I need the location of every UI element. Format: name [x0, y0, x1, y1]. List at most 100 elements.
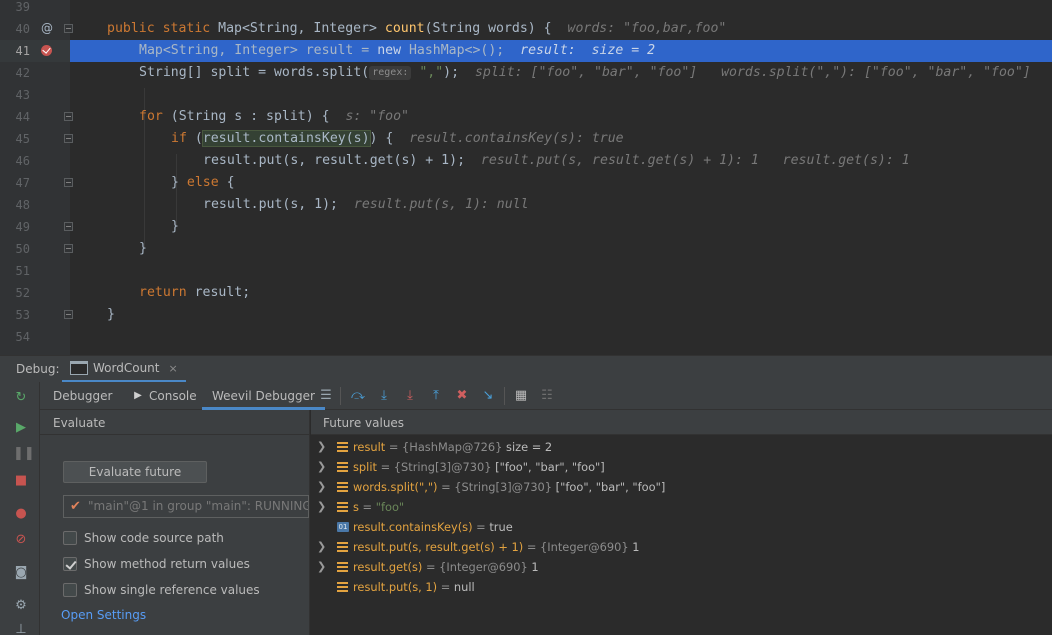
- editor-gutter[interactable]: 39 40 @41 42 43 44 45 46 47 48 49 50 51 52 53 54: [0, 0, 73, 355]
- force-step-into-icon[interactable]: ⤓: [402, 388, 418, 404]
- line-number: 43: [15, 88, 30, 102]
- evaluate-future-button[interactable]: Evaluate future: [63, 461, 207, 483]
- checkbox-checked[interactable]: [63, 557, 77, 571]
- future-value-row[interactable]: ❯ s = "foo": [311, 497, 1052, 517]
- gutter-line[interactable]: 45: [0, 128, 73, 150]
- step-over-icon[interactable]: ⤼: [350, 388, 366, 404]
- gear-icon[interactable]: ⚙: [13, 598, 29, 614]
- code-line-47[interactable]: } else {: [70, 172, 1052, 194]
- variable-type: =: [437, 580, 454, 594]
- session-tab-wordcount[interactable]: WordCount ×: [62, 356, 186, 383]
- option-show-code-source-path[interactable]: Show code source path: [63, 529, 224, 547]
- gutter-line[interactable]: 47: [0, 172, 73, 194]
- gutter-line[interactable]: 48: [0, 194, 70, 216]
- variable-value: "foo": [375, 500, 405, 514]
- checkbox[interactable]: [63, 531, 77, 545]
- thread-selector-value: "main"@1 in group "main": RUNNING: [88, 499, 309, 513]
- code-line-40[interactable]: public static Map<String, Integer> count…: [70, 18, 1052, 40]
- chevron-right-icon[interactable]: ❯: [317, 477, 326, 497]
- trace-icon[interactable]: ☷: [539, 388, 555, 404]
- code-line-41-current[interactable]: Map<String, Integer> result = new HashMa…: [70, 40, 1052, 62]
- variable-name: result.put(s, result.get(s) + 1): [353, 540, 524, 554]
- field-icon: [337, 582, 348, 592]
- mute-breakpoints-icon[interactable]: ⊘: [13, 532, 29, 548]
- open-settings-link[interactable]: Open Settings: [61, 608, 146, 622]
- code-line-49[interactable]: }: [70, 216, 1052, 238]
- code-line-48[interactable]: result.put(s, 1); result.put(s, 1): null: [70, 194, 1052, 216]
- stop-icon[interactable]: ■: [13, 473, 29, 489]
- gutter-line[interactable]: 42: [0, 62, 70, 84]
- resume-icon[interactable]: ▶: [13, 420, 29, 436]
- application-icon: [70, 361, 88, 375]
- gutter-line[interactable]: 51: [0, 260, 70, 282]
- tab-debugger[interactable]: Debugger: [53, 382, 112, 410]
- view-breakpoints-icon[interactable]: ●: [13, 506, 29, 522]
- tab-console[interactable]: Console: [149, 382, 197, 410]
- option-show-method-return-values[interactable]: Show method return values: [63, 555, 250, 573]
- future-value-content: result.put(s, result.get(s) + 1) = {Inte…: [353, 537, 640, 557]
- code-line-53[interactable]: }: [70, 304, 1052, 326]
- future-value-row[interactable]: ❯ result.get(s) = {Integer@690} 1: [311, 557, 1052, 577]
- variable-type: = {String[3]@730}: [376, 460, 492, 474]
- chevron-right-icon[interactable]: ❯: [317, 537, 326, 557]
- gutter-line[interactable]: 43: [0, 84, 70, 106]
- future-value-row[interactable]: result.put(s, 1) = null: [311, 577, 1052, 597]
- parameter-hint: regex:: [369, 66, 412, 80]
- step-out-icon[interactable]: ⤒: [428, 388, 444, 404]
- pin-icon[interactable]: ⊥: [13, 622, 29, 635]
- breakpoint-icon[interactable]: [41, 45, 52, 56]
- code-line-50[interactable]: }: [70, 238, 1052, 260]
- variable-name: words.split(","): [353, 480, 438, 494]
- gutter-line[interactable]: 44: [0, 106, 73, 128]
- chevron-right-icon[interactable]: ❯: [317, 497, 326, 517]
- drop-frame-icon[interactable]: ✖: [454, 388, 470, 404]
- method-name: count: [384, 21, 425, 36]
- future-value-row[interactable]: ❯ result.put(s, result.get(s) + 1) = {Int…: [311, 537, 1052, 557]
- variable-value: ["foo", "bar", "foo"]: [491, 460, 605, 474]
- gutter-line[interactable]: 40 @: [0, 18, 73, 40]
- chevron-right-icon[interactable]: ❯: [317, 457, 326, 477]
- gutter-line[interactable]: 50: [0, 238, 73, 260]
- line-number: 39: [15, 0, 30, 14]
- gutter-line[interactable]: 39: [0, 0, 70, 18]
- option-show-single-reference-values[interactable]: Show single reference values: [63, 581, 260, 599]
- future-value-content: result.put(s, 1) = null: [353, 577, 475, 597]
- close-icon[interactable]: ×: [168, 362, 177, 375]
- chevron-right-icon[interactable]: ❯: [317, 557, 326, 577]
- inline-debug-hint: result: size = 2: [520, 43, 656, 58]
- future-value-row[interactable]: ❯ split = {String[3]@730} ["foo", "bar", …: [311, 457, 1052, 477]
- code-line-52[interactable]: return result;: [70, 282, 1052, 304]
- gutter-line[interactable]: 46: [0, 150, 70, 172]
- run-to-cursor-icon[interactable]: ↘: [480, 388, 496, 404]
- checkbox[interactable]: [63, 583, 77, 597]
- chevron-right-icon[interactable]: ❯: [317, 437, 326, 457]
- step-into-icon[interactable]: ⤓: [376, 388, 392, 404]
- code-text: }: [139, 241, 147, 256]
- gutter-line[interactable]: 52: [0, 282, 70, 304]
- menu-icon[interactable]: ☰: [318, 388, 334, 404]
- gutter-line[interactable]: 53: [0, 304, 73, 326]
- tab-weevil-debugger[interactable]: Weevil Debugger: [202, 382, 325, 410]
- line-number: 40: [15, 22, 30, 36]
- thread-selector[interactable]: ✔ "main"@1 in group "main": RUNNING: [63, 495, 309, 518]
- gutter-line[interactable]: 54: [0, 326, 70, 348]
- code-line-44[interactable]: for (String s : split) { s: "foo": [70, 106, 1052, 128]
- rerun-icon[interactable]: ↻: [13, 390, 29, 406]
- code-area[interactable]: public static Map<String, Integer> count…: [70, 0, 1052, 355]
- code-line-45[interactable]: if (result.containsKey(s)) { result.cont…: [70, 128, 1052, 150]
- code-editor[interactable]: 39 40 @41 42 43 44 45 46 47 48 49 50 51 52 53 54 public…: [0, 0, 1052, 355]
- pause-icon[interactable]: ❚❚: [13, 446, 35, 462]
- evaluate-expression-icon[interactable]: ▦: [513, 388, 529, 404]
- code-line-46[interactable]: result.put(s, result.get(s) + 1); result…: [70, 150, 1052, 172]
- future-value-row[interactable]: ❯ result = {HashMap@726} size = 2: [311, 437, 1052, 457]
- code-line-42[interactable]: String[] split = words.split(regex: ",")…: [70, 62, 1052, 84]
- option-label: Show method return values: [84, 557, 250, 571]
- future-value-row[interactable]: ❯ words.split(",") = {String[3]@730} ["fo…: [311, 477, 1052, 497]
- future-value-row[interactable]: 01 result.containsKey(s) = true: [311, 517, 1052, 537]
- annotation-marker-icon[interactable]: @: [40, 21, 54, 35]
- gutter-line[interactable]: 41: [0, 40, 70, 62]
- inline-debug-hint: result.containsKey(s): true: [409, 131, 624, 146]
- camera-icon[interactable]: ◙: [13, 565, 29, 581]
- option-label: Show single reference values: [84, 583, 260, 597]
- gutter-line[interactable]: 49: [0, 216, 73, 238]
